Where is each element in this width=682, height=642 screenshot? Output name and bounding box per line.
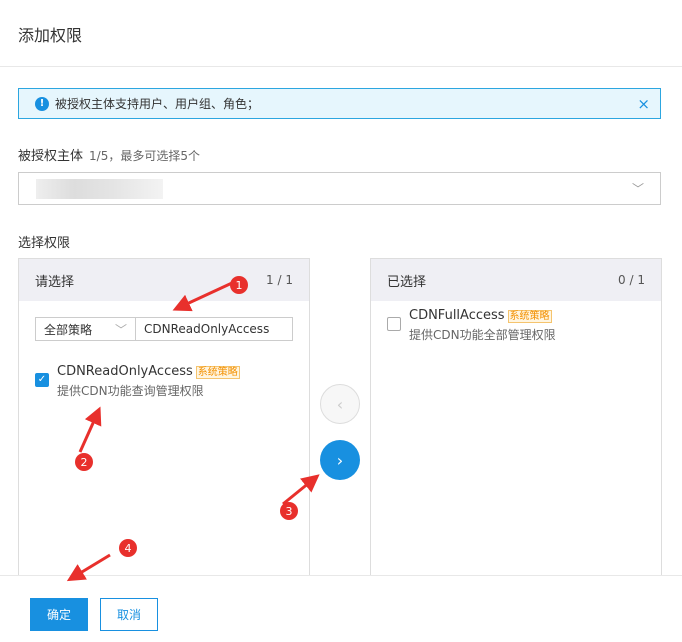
policy-search-input[interactable]: CDNReadOnlyAccess — [136, 318, 292, 340]
confirm-button[interactable]: 确定 — [30, 598, 88, 631]
principal-select[interactable]: ﹀ — [18, 172, 661, 205]
redacted-principal — [36, 179, 163, 199]
panel-count: 0 / 1 — [618, 273, 645, 287]
principal-label: 被授权主体 1/5，最多可选择5个 — [18, 145, 200, 164]
policy-name: CDNFullAccess — [409, 308, 505, 323]
list-item[interactable]: CDNFullAccess 系统策略 提供CDN功能全部管理权限 — [387, 307, 556, 343]
policy-type-value: 全部策略 — [44, 322, 93, 337]
policy-desc: 提供CDN功能查询管理权限 — [57, 384, 204, 398]
close-icon[interactable]: × — [637, 95, 650, 113]
list-item[interactable]: ✓ CDNReadOnlyAccess 系统策略 提供CDN功能查询管理权限 — [35, 363, 240, 399]
policy-tag: 系统策略 — [507, 310, 552, 323]
principal-label-text: 被授权主体 — [18, 149, 84, 164]
dialog-title: 添加权限 — [18, 26, 83, 45]
permissions-label: 选择权限 — [18, 236, 71, 251]
panel-title: 已选择 — [387, 274, 427, 290]
checkbox[interactable] — [387, 317, 401, 331]
policy-desc: 提供CDN功能全部管理权限 — [409, 328, 556, 342]
selected-panel: 已选择 0 / 1 CDNFullAccess 系统策略 提供CDN功能全部管理权限 — [370, 258, 662, 576]
info-icon: ! — [35, 96, 49, 111]
panel-count: 1 / 1 — [266, 273, 293, 287]
policy-name: CDNReadOnlyAccess — [57, 364, 193, 379]
footer-divider — [0, 575, 682, 576]
cancel-button[interactable]: 取消 — [100, 598, 158, 631]
policy-type-select[interactable]: 全部策略 ﹀ — [36, 318, 136, 340]
policy-tag: 系统策略 — [195, 366, 240, 379]
divider — [0, 66, 682, 67]
chevron-down-icon: ﹀ — [631, 182, 644, 196]
move-right-button[interactable]: › — [320, 440, 360, 480]
checkbox-checked[interactable]: ✓ — [35, 373, 49, 387]
available-panel: 请选择 1 / 1 全部策略 ﹀ CDNReadOnlyAccess ✓ CDNRe… — [18, 258, 310, 576]
principal-hint: 1/5，最多可选择5个 — [89, 149, 200, 163]
move-left-button[interactable]: ‹ — [320, 384, 360, 424]
chevron-down-icon: ﹀ — [114, 322, 127, 337]
alert-text: 被授权主体支持用户、用户组、角色； — [55, 97, 260, 111]
info-alert: ! 被授权主体支持用户、用户组、角色； × — [18, 88, 661, 119]
panel-title: 请选择 — [35, 274, 75, 290]
